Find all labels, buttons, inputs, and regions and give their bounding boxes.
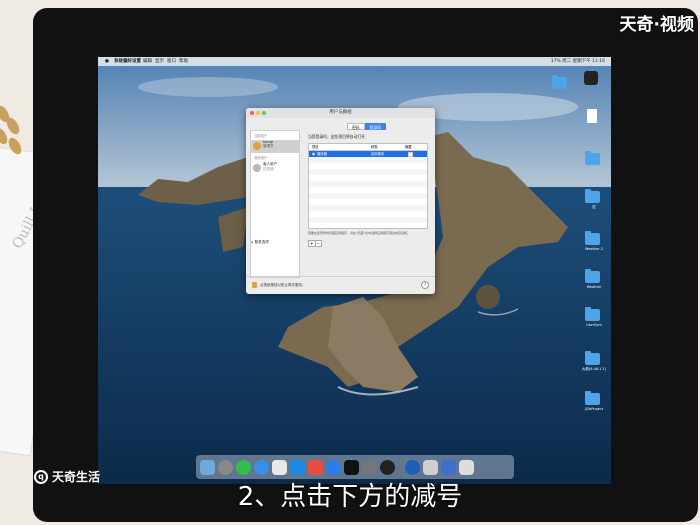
app-icon: ▣ — [312, 152, 316, 156]
lock-bar: 点按锁按钮以防止再次更改。 ? — [246, 276, 435, 295]
menu-help[interactable]: 帮助 — [179, 57, 188, 66]
section-other-users: 其他用户 — [254, 156, 268, 160]
desktop-item-label: JJ2bProject — [584, 407, 604, 411]
folder-icon — [585, 269, 600, 283]
help-button[interactable]: ? — [421, 281, 429, 289]
folder-icon[interactable] — [441, 459, 456, 475]
desktop-item[interactable]: 宏 — [582, 185, 606, 209]
user-role: 管理员 — [263, 144, 274, 148]
system-preferences-icon[interactable] — [362, 459, 377, 475]
desktop-item[interactable]: UserSym — [582, 303, 606, 327]
folder-icon — [552, 75, 567, 89]
avatar — [253, 164, 261, 172]
col-kind[interactable]: 种类 — [371, 144, 378, 150]
folder-icon — [585, 231, 600, 245]
row-kind: 应用程序 — [371, 152, 385, 156]
login-items-table: 项目 种类 隐藏 ▣ 播放器 应用程序 — [308, 143, 428, 229]
wechat-icon[interactable] — [236, 459, 251, 475]
row-item: 播放器 — [317, 152, 327, 156]
desktop-item[interactable] — [582, 107, 606, 131]
login-options-button[interactable]: ⌂ 登录选项 — [251, 240, 269, 245]
launchpad-icon[interactable] — [218, 459, 233, 475]
lock-icon[interactable] — [252, 282, 257, 288]
desktop-item[interactable] — [582, 147, 606, 171]
empty-row — [309, 217, 427, 223]
lock-text: 点按锁按钮以防止再次更改。 — [260, 283, 306, 287]
hide-checkbox[interactable] — [408, 152, 413, 157]
window-title: 用户与群组 — [329, 110, 352, 115]
avatar — [253, 142, 261, 150]
desktop-item[interactable]: Weather — [582, 265, 606, 289]
section-current-user: 当前用户 — [254, 134, 268, 138]
window-titlebar[interactable]: 用户与群组 — [246, 108, 435, 118]
folder-icon — [585, 189, 600, 203]
video-caption: 2、点击下方的减号 — [237, 482, 463, 512]
app-icon[interactable] — [308, 459, 323, 475]
quicktime-icon[interactable] — [405, 459, 420, 475]
house-icon: ⌂ — [251, 240, 254, 244]
dock-divider — [398, 460, 402, 475]
qq-icon[interactable] — [380, 459, 395, 475]
folder-icon — [585, 391, 600, 405]
table-row[interactable]: ▣ 播放器 应用程序 — [309, 151, 427, 157]
desktop-item[interactable]: JJ2bProject — [582, 387, 606, 411]
preview-icon[interactable] — [423, 459, 438, 475]
col-hidden[interactable]: 隐藏 — [405, 144, 412, 150]
menu-app-name[interactable]: 系统偏好设置 — [114, 57, 141, 66]
desktop-item-label: Weather 2 — [584, 247, 604, 251]
finder-icon[interactable] — [200, 459, 215, 475]
folder-icon — [585, 151, 600, 165]
desktop-item[interactable] — [548, 71, 572, 95]
desktop-item[interactable]: 大鹅(6.46.1.1) — [582, 347, 606, 371]
safari-icon[interactable] — [254, 459, 269, 475]
tab-bar: 密码 登录项 — [347, 123, 386, 130]
table-header: 项目 种类 隐藏 — [309, 144, 427, 151]
app-store-icon[interactable] — [290, 459, 305, 475]
folder-icon — [585, 351, 600, 365]
mac-screen: ● 系统偏好设置 编辑 显示 窗口 帮助 17% 周二 星期下午 11:16 宏… — [98, 57, 611, 484]
folder-icon — [585, 307, 600, 321]
minimize-button[interactable] — [256, 111, 260, 115]
menubar-status: 17% 周二 星期下午 11:16 — [550, 59, 605, 64]
users-groups-window: 用户与群组 密码 登录项 当前用户 tianqi 管理员 其他用户 客人用户 已… — [246, 108, 435, 294]
user-item-current[interactable]: tianqi 管理员 — [251, 140, 299, 153]
menu-bar: ● 系统偏好设置 编辑 显示 窗口 帮助 17% 周二 星期下午 11:16 — [98, 57, 611, 66]
zoom-button[interactable] — [262, 111, 266, 115]
menu-view[interactable]: 显示 — [155, 57, 164, 66]
tab-password[interactable]: 密码 — [347, 123, 365, 130]
desktop-item-label: UserSym — [586, 323, 602, 327]
login-items-description: 当您登录时，这些项目将自动打开： — [308, 134, 369, 139]
apple-icon[interactable]: ● — [105, 57, 109, 66]
document-icon — [587, 109, 597, 123]
hide-hint-text: 若要在您登录时隐藏应用程序，请在“隐藏”栏中选择应用程序旁边的复选框。 — [308, 231, 411, 235]
user-item-guest[interactable]: 客人用户 已关闭 — [251, 162, 299, 175]
wheat-decoration — [0, 95, 34, 165]
desktop-item-label: 宏 — [592, 205, 596, 209]
trash-icon[interactable] — [459, 459, 474, 475]
login-options-label: 登录选项 — [254, 240, 269, 244]
close-button[interactable] — [250, 111, 254, 115]
col-item[interactable]: 项目 — [312, 144, 319, 150]
app-icon — [584, 71, 598, 85]
remove-button[interactable]: − — [316, 241, 322, 246]
add-remove-control: + − — [308, 240, 322, 247]
terminal-icon[interactable] — [344, 459, 359, 475]
xcode-icon[interactable] — [272, 459, 287, 475]
tab-login-items[interactable]: 登录项 — [364, 123, 386, 130]
watermark-top: 天奇·视频 — [619, 15, 694, 35]
desktop-item-label: 大鹅(6.46.1.1) — [581, 367, 607, 371]
upload-icon[interactable] — [326, 459, 341, 475]
menu-edit[interactable]: 编辑 — [143, 57, 152, 66]
user-role: 已关闭 — [263, 167, 274, 171]
menu-window[interactable]: 窗口 — [167, 57, 176, 66]
users-sidebar: 当前用户 tianqi 管理员 其他用户 客人用户 已关闭 — [250, 130, 300, 278]
desktop-item-label: Weather — [586, 285, 602, 289]
desktop-item[interactable]: Weather 2 — [582, 227, 606, 251]
desktop-item[interactable] — [582, 69, 606, 93]
